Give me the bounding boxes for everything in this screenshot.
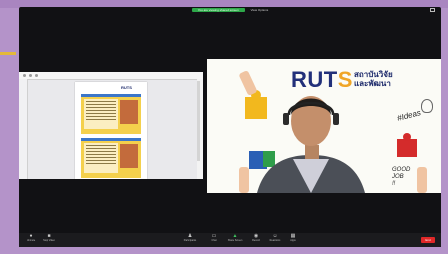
participants-label: Participants: [183, 239, 197, 242]
participants-button[interactable]: ♟ Participants: [182, 234, 198, 246]
slide-image: [120, 144, 138, 168]
toolbar-dot-icon[interactable]: [23, 74, 26, 77]
record-label: Record: [252, 239, 260, 242]
end-meeting-button[interactable]: End: [421, 237, 435, 243]
shared-screen-tile[interactable]: RUTS: [19, 72, 203, 179]
slide-thumbnail: [81, 138, 141, 178]
document-scrollbar[interactable]: [197, 81, 200, 161]
good-job-line1: GOOD: [392, 167, 411, 173]
institute-name-line1: สถาบันวิจัย: [354, 70, 393, 79]
meeting-toolbar: ● Unmute ■ Stop Video ♟ Participants ▭ C…: [19, 233, 441, 247]
document-sidebar: [19, 79, 28, 179]
reactions-button[interactable]: ☺ Reactions: [267, 234, 283, 246]
institute-name-line2: และพัฒนา: [354, 79, 391, 88]
slide-thumbnail: [81, 94, 141, 134]
meeting-titlebar: You are viewing shared screen View Optio…: [19, 7, 441, 13]
share-screen-button[interactable]: ▲ Share Screen: [227, 234, 243, 246]
reactions-label: Reactions: [269, 239, 281, 242]
viewing-share-banner[interactable]: You are viewing shared screen: [191, 8, 245, 12]
expand-icon[interactable]: [430, 8, 435, 12]
stop-video-button[interactable]: ■ Stop Video: [41, 234, 57, 246]
wall-bottom-strip: [0, 247, 448, 254]
apps-label: Apps: [290, 239, 296, 242]
speaker-video-tile[interactable]: RUTS สถาบันวิจัย และพัฒนา #Ideas GOOD JO…: [207, 59, 441, 193]
record-button[interactable]: ◉ Record: [248, 234, 264, 246]
institute-name: สถาบันวิจัย และพัฒนา: [354, 70, 393, 88]
red-puzzle-piece: [397, 139, 417, 157]
wall-accent-mark: [0, 52, 16, 55]
document-toolbar: [19, 72, 203, 80]
slide-header-band: [81, 138, 141, 141]
chat-label: Chat: [211, 239, 217, 242]
toolbar-dot-icon[interactable]: [35, 74, 38, 77]
unmute-button[interactable]: ● Unmute: [23, 234, 39, 246]
toolbar-dot-icon[interactable]: [29, 74, 32, 77]
ruts-logo-accent: S: [337, 67, 353, 92]
yellow-puzzle-piece: [245, 97, 267, 119]
chat-button[interactable]: ▭ Chat: [206, 234, 222, 246]
green-puzzle-piece: [263, 151, 275, 167]
lightbulb-icon: [421, 99, 433, 113]
apps-button[interactable]: ▦ Apps: [285, 234, 301, 246]
slide-image: [120, 100, 138, 124]
good-job-text: GOOD JOB !!: [392, 167, 410, 188]
slide-text-block: [84, 143, 118, 173]
slide-header-band: [81, 94, 141, 97]
ruts-logo-main: RUT: [291, 67, 338, 92]
slide-text-block: [84, 99, 118, 129]
good-job-line3: !!: [392, 181, 396, 187]
share-screen-label: Share Screen: [227, 239, 243, 242]
ruts-logo: RUTS: [291, 67, 353, 93]
good-job-line2: JOB: [392, 174, 404, 180]
document-page: RUTS: [75, 82, 147, 179]
zoom-meeting-window: You are viewing shared screen View Optio…: [19, 7, 441, 247]
unmute-label: Unmute: [26, 239, 36, 242]
document-logo-text: RUTS: [121, 85, 132, 90]
stop-video-label: Stop Video: [43, 239, 55, 242]
view-options-button[interactable]: View Options: [251, 8, 269, 12]
